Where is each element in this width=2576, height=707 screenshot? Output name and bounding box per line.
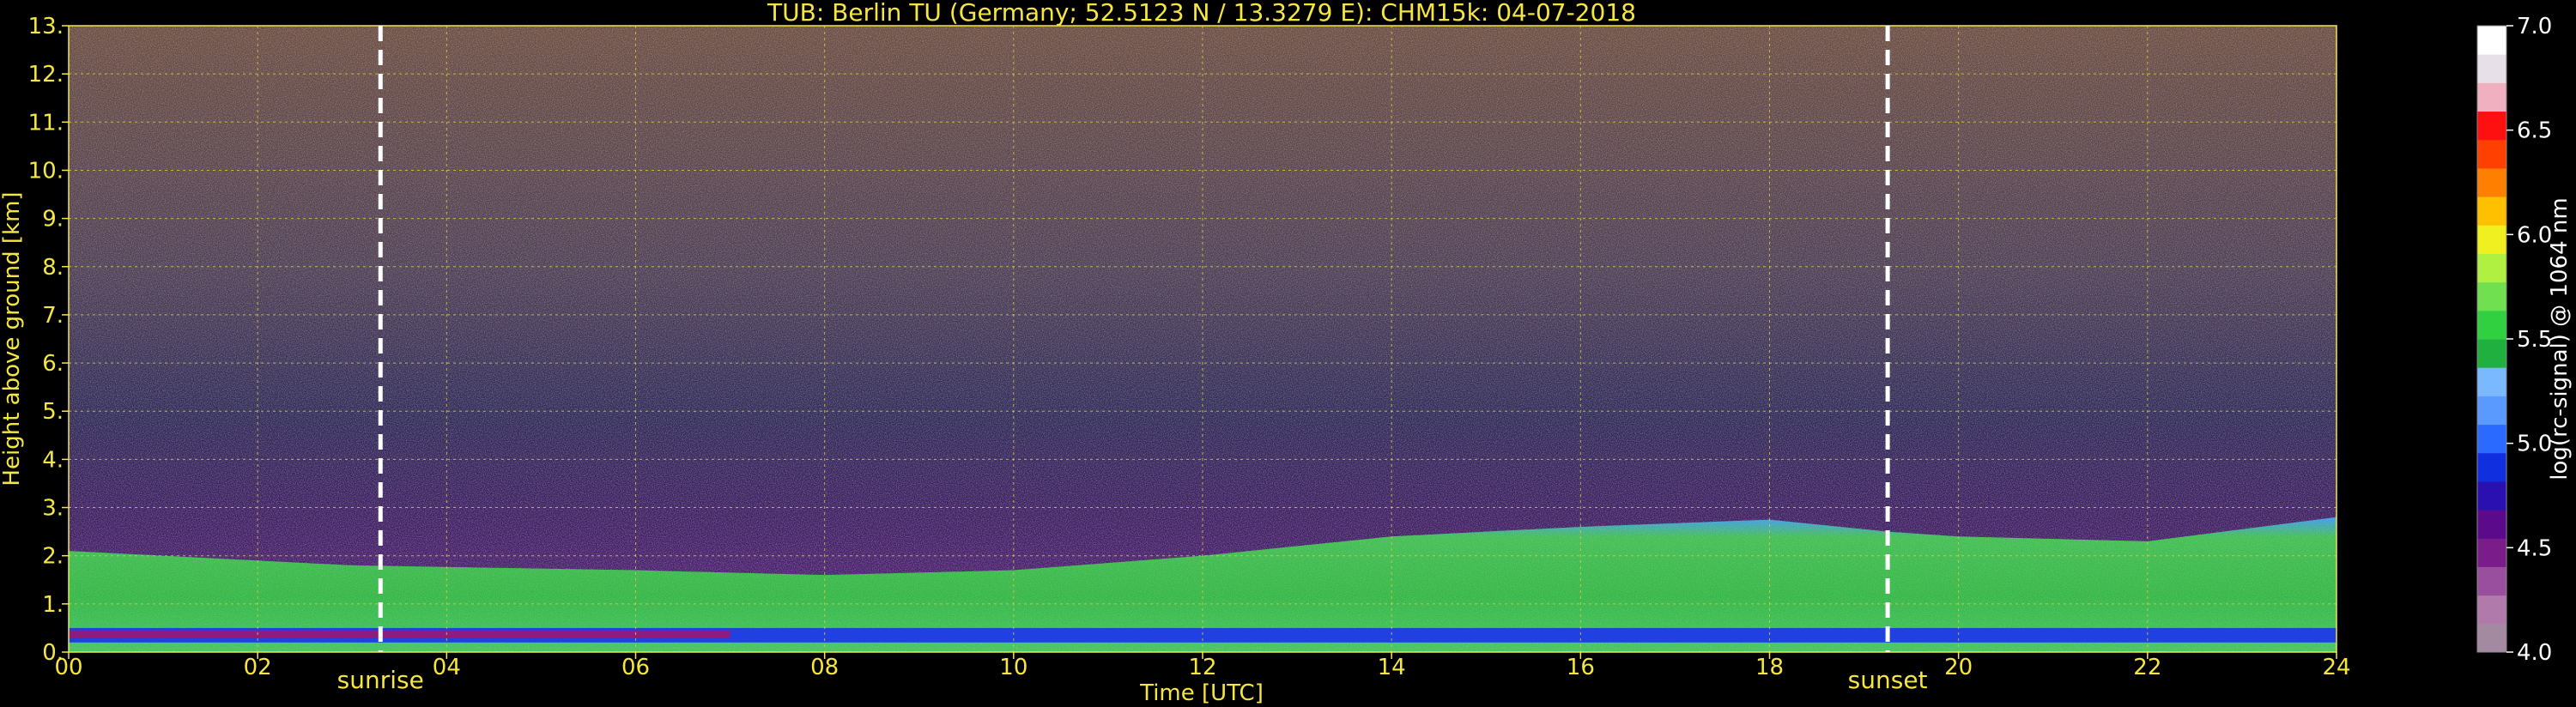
y-tick-label: 0. (42, 640, 64, 666)
y-tick-label: 13. (28, 14, 64, 39)
y-tick-label: 10. (28, 158, 64, 184)
colorbar-tick-label: 4.5 (2517, 535, 2552, 561)
colorbar-segment (2477, 510, 2506, 539)
y-tick-label: 1. (42, 592, 64, 618)
near-ground-core (69, 630, 730, 638)
colorbar-segment (2477, 281, 2506, 311)
colorbar-segment (2477, 566, 2506, 596)
colorbar-segment (2477, 310, 2506, 340)
x-tick-label: 14 (1378, 655, 1406, 680)
y-axis-label: Height above ground [km] (0, 191, 25, 486)
colorbar-segment (2477, 54, 2506, 83)
x-tick-label: 24 (2322, 655, 2350, 680)
chart-title: TUB: Berlin TU (Germany; 52.5123 N / 13.… (767, 0, 1636, 27)
colorbar-segment (2477, 196, 2506, 226)
y-ticks: 0. 1. 2. 3. 4. 5. 6. 7. 8. 9. 10. 11. 12. 13. (28, 14, 69, 666)
colorbar-segment (2477, 253, 2506, 283)
chart-root: sunrise sunset 00 02 04 06 08 10 12 14 16 18 20 22 24… (0, 0, 2573, 706)
y-tick-label: 12. (28, 62, 64, 88)
colorbar-segment (2477, 225, 2506, 254)
colorbar-label: log(rc-signal) @ 1064 nm (2547, 197, 2573, 480)
colorbar-segment (2477, 111, 2506, 141)
colorbar-tick-label: 6.5 (2517, 118, 2552, 144)
x-tick-label: 12 (1188, 655, 1216, 680)
x-tick-label: 08 (810, 655, 839, 680)
y-tick-label: 4. (42, 447, 64, 473)
y-tick-label: 9. (42, 207, 64, 233)
sunrise-label: sunrise (337, 666, 424, 694)
colorbar-segment (2477, 538, 2506, 567)
y-tick-label: 3. (42, 496, 64, 522)
x-tick-label: 02 (244, 655, 272, 680)
x-tick-label: 06 (621, 655, 650, 680)
colorbar-segment (2477, 167, 2506, 197)
colorbar-segment (2477, 139, 2506, 169)
y-tick-label: 7. (42, 303, 64, 329)
colorbar-segment (2477, 595, 2506, 625)
colorbar-tick-label: 7.0 (2517, 14, 2552, 39)
x-tick-label: 04 (433, 655, 461, 680)
x-tick-label: 18 (1755, 655, 1784, 680)
x-tick-label: 20 (1944, 655, 1973, 680)
colorbar-segment (2477, 82, 2506, 112)
colorbar-segment (2477, 339, 2506, 368)
x-tick-label: 16 (1567, 655, 1595, 680)
y-tick-label: 6. (42, 351, 64, 377)
colorbar-segment (2477, 623, 2506, 653)
colorbar-tick-label: 4.0 (2517, 640, 2552, 666)
colorbar-segment (2477, 452, 2506, 482)
colorbar-segment (2477, 396, 2506, 426)
colorbar-segment (2477, 367, 2506, 396)
x-tick-label: 10 (999, 655, 1027, 680)
y-tick-label: 5. (42, 399, 64, 425)
colorbar: 4.04.55.05.56.06.57.0 (2476, 14, 2552, 666)
y-tick-label: 2. (42, 544, 64, 570)
colorbar-segment (2477, 26, 2506, 55)
y-tick-label: 11. (28, 110, 64, 136)
x-tick-label: 22 (2133, 655, 2161, 680)
colorbar-segment (2477, 480, 2506, 511)
y-tick-label: 8. (42, 255, 64, 281)
colorbar-segment (2477, 424, 2506, 454)
x-axis-label: Time [UTC] (1139, 680, 1264, 706)
sunset-label: sunset (1848, 666, 1928, 694)
